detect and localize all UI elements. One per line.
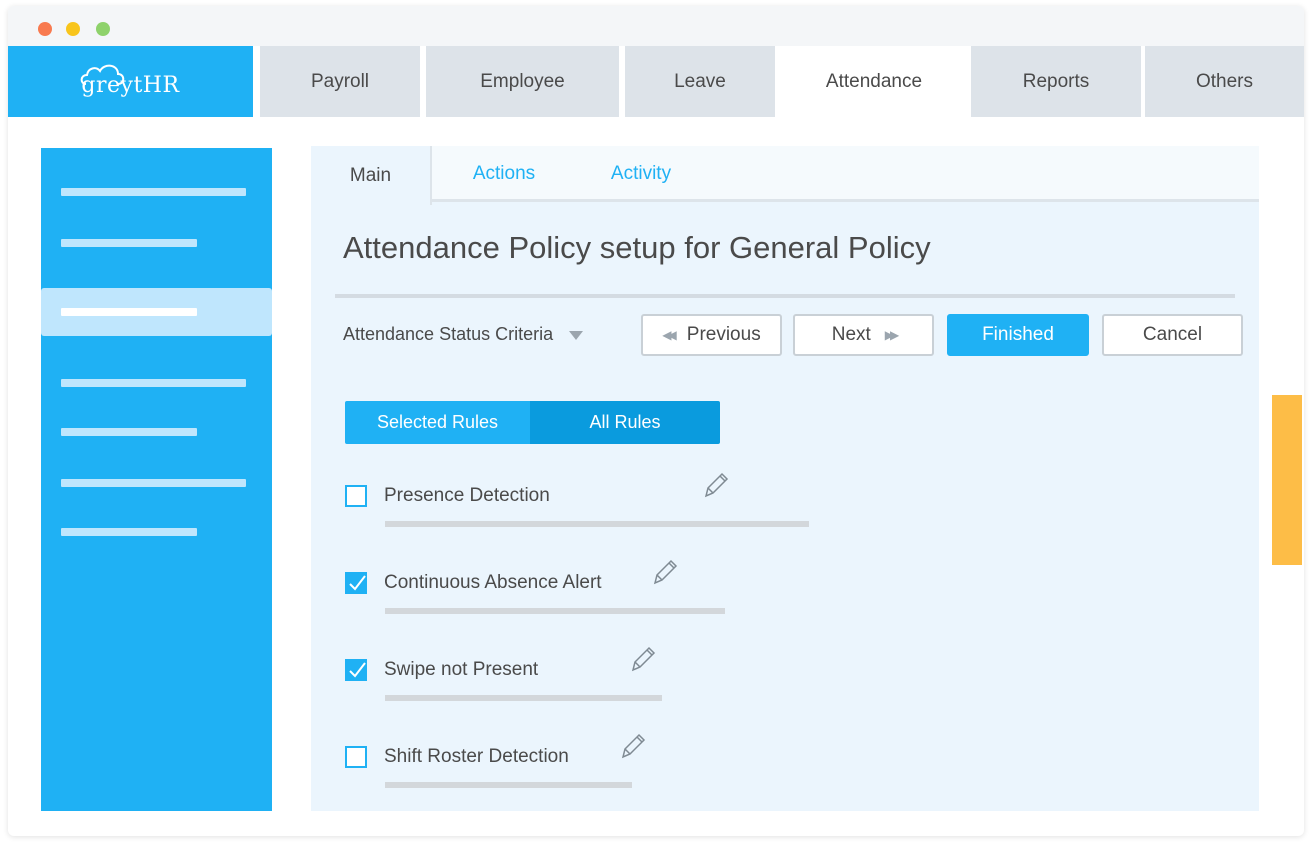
sidebar-item-placeholder	[61, 379, 246, 387]
sidebar-item-placeholder	[61, 239, 197, 247]
nav-tab-employee[interactable]: Employee	[426, 46, 619, 117]
rule-checkbox-swipe-not-present[interactable]	[345, 659, 367, 681]
selected-rules-button[interactable]: Selected Rules	[345, 401, 530, 444]
window-titlebar	[8, 6, 1304, 46]
sub-tabs: Main Actions Activity	[311, 146, 1259, 205]
rewind-icon: ◀◀	[662, 328, 677, 342]
nav-tab-attendance[interactable]: Attendance	[781, 46, 967, 117]
main-panel: Main Actions Activity Attendance Policy …	[311, 146, 1259, 811]
edit-pencil-icon[interactable]	[701, 469, 731, 501]
cloud-icon	[80, 64, 125, 85]
sidebar-item-3-active[interactable]	[41, 288, 272, 336]
tab-actions[interactable]: Actions	[459, 146, 549, 202]
nav-tab-others[interactable]: Others	[1145, 46, 1304, 117]
sidebar-item-2[interactable]	[41, 219, 272, 267]
rule-label: Presence Detection	[384, 485, 550, 506]
sidebar	[41, 148, 272, 811]
close-window-icon[interactable]	[38, 22, 52, 36]
sidebar-item-placeholder	[61, 479, 246, 487]
title-divider	[335, 294, 1235, 298]
rule-label: Shift Roster Detection	[384, 746, 569, 767]
sidebar-item-1[interactable]	[41, 168, 272, 216]
rule-underline	[385, 608, 725, 614]
previous-button[interactable]: ◀◀ Previous	[641, 314, 782, 356]
all-rules-button[interactable]: All Rules	[530, 401, 720, 444]
nav-tab-payroll[interactable]: Payroll	[260, 46, 420, 117]
nav-tab-leave[interactable]: Leave	[625, 46, 775, 117]
rule-underline	[385, 782, 632, 788]
rule-label: Continuous Absence Alert	[384, 572, 602, 593]
tab-activity[interactable]: Activity	[596, 146, 686, 202]
nav-tab-reports[interactable]: Reports	[971, 46, 1141, 117]
caret-down-icon	[569, 330, 584, 340]
side-feedback-tab[interactable]	[1272, 395, 1302, 565]
maximize-window-icon[interactable]	[96, 22, 110, 36]
checkmark-icon	[349, 662, 366, 678]
previous-label: Previous	[686, 324, 761, 345]
rule-checkbox-shift-roster-detection[interactable]	[345, 746, 367, 768]
edit-pencil-icon[interactable]	[618, 730, 648, 762]
rule-checkbox-continuous-absence-alert[interactable]	[345, 572, 367, 594]
cancel-button[interactable]: Cancel	[1102, 314, 1243, 356]
page-title: Attendance Policy setup for General Poli…	[343, 230, 931, 265]
sidebar-item-5[interactable]	[41, 408, 272, 456]
greythr-logo[interactable]: greytHR	[8, 46, 253, 117]
edit-pencil-icon[interactable]	[628, 643, 658, 675]
criteria-dropdown[interactable]: Attendance Status Criteria	[343, 324, 584, 345]
app-window: greytHR Payroll Employee Leave Attendanc…	[8, 6, 1304, 836]
minimize-window-icon[interactable]	[66, 22, 80, 36]
sidebar-item-4[interactable]	[41, 359, 272, 407]
tab-main[interactable]: Main	[311, 146, 432, 205]
rule-underline	[385, 521, 809, 527]
sidebar-item-placeholder	[61, 528, 197, 536]
rule-label: Swipe not Present	[384, 659, 539, 680]
rule-checkbox-presence-detection[interactable]	[345, 485, 367, 507]
rule-underline	[385, 695, 662, 701]
next-button[interactable]: Next ▶▶	[793, 314, 934, 356]
criteria-label: Attendance Status Criteria	[343, 324, 554, 344]
top-navigation: greytHR Payroll Employee Leave Attendanc…	[8, 46, 1304, 117]
edit-pencil-icon[interactable]	[650, 556, 680, 588]
rules-filter-toggle: Selected Rules All Rules	[345, 401, 720, 444]
sidebar-item-placeholder	[61, 308, 197, 316]
sidebar-item-placeholder	[61, 188, 246, 196]
sidebar-item-7[interactable]	[41, 508, 272, 556]
finished-button[interactable]: Finished	[947, 314, 1089, 356]
checkmark-icon	[349, 575, 366, 591]
next-label: Next	[831, 324, 871, 345]
sidebar-item-6[interactable]	[41, 459, 272, 507]
fast-forward-icon: ▶▶	[884, 328, 900, 342]
sidebar-item-placeholder	[61, 428, 197, 436]
